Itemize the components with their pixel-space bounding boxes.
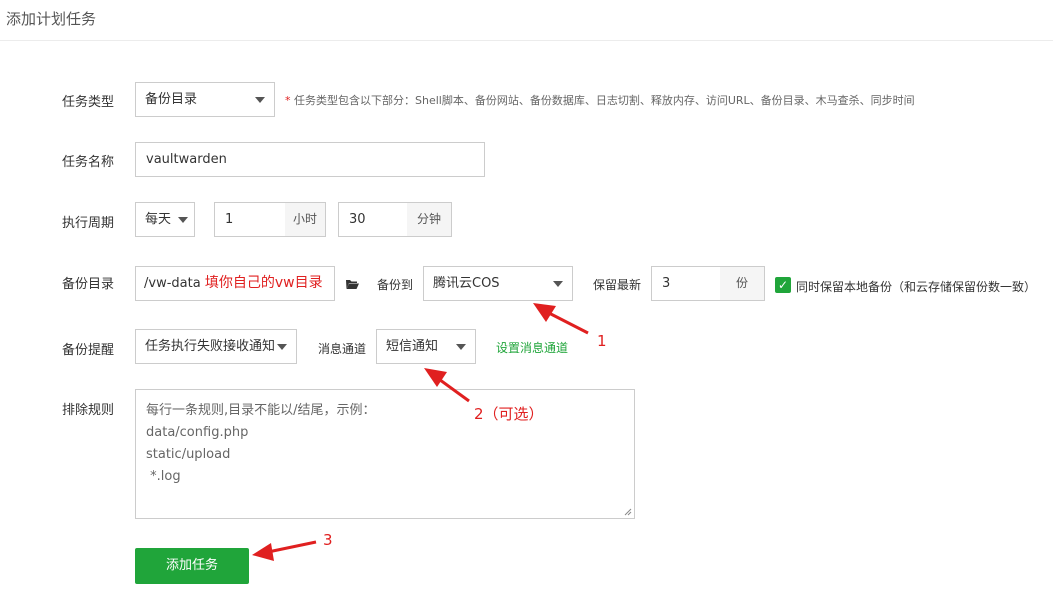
- exclude-line: 每行一条规则,目录不能以/结尾，示例：: [146, 403, 376, 418]
- backup-to-select[interactable]: 腾讯云COS: [423, 266, 573, 301]
- required-star: *: [285, 94, 291, 107]
- keep-latest-input[interactable]: 3: [651, 266, 721, 301]
- reminder-label: 备份提醒: [62, 343, 115, 358]
- annotation-label-3: 3: [323, 531, 333, 549]
- keep-local-checkbox[interactable]: ✓: [775, 277, 791, 293]
- keep-latest-label: 保留最新: [593, 278, 642, 292]
- annotation-arrowhead-2: [424, 368, 447, 387]
- task-name-input[interactable]: vaultwarden: [135, 142, 485, 177]
- exclude-line: static/upload: [146, 447, 231, 462]
- channel-label: 消息通道: [318, 342, 367, 356]
- backup-to-value: 腾讯云COS: [433, 276, 500, 291]
- exclude-label: 排除规则: [62, 403, 115, 418]
- hour-input[interactable]: 1: [214, 202, 286, 237]
- annotation-arrow-3: [267, 540, 317, 554]
- channel-select[interactable]: 短信通知: [376, 329, 476, 364]
- task-type-hint: * 任务类型包含以下部分：Shell脚本、备份网站、备份数据库、日志切割、释放内…: [285, 92, 915, 108]
- period-label: 执行周期: [62, 216, 115, 231]
- minute-value: 30: [349, 212, 366, 227]
- task-type-hint-text: 任务类型包含以下部分：Shell脚本、备份网站、备份数据库、日志切割、释放内存、…: [294, 94, 915, 107]
- chevron-down-icon: [553, 281, 563, 287]
- chevron-down-icon: [178, 217, 188, 223]
- backup-dir-input[interactable]: /vw-data 填你自己的vw目录: [135, 266, 335, 301]
- backup-dir-path: /vw-data: [144, 276, 201, 291]
- checkbox-check-icon: ✓: [777, 278, 789, 292]
- exclude-line: data/config.php: [146, 425, 249, 440]
- annotation-label-1: 1: [597, 332, 607, 350]
- reminder-value: 任务执行失败接收通知: [145, 339, 276, 354]
- channel-value: 短信通知: [386, 339, 439, 354]
- add-task-button[interactable]: 添加任务: [135, 548, 249, 584]
- task-type-label: 任务类型: [62, 95, 115, 110]
- task-name-label: 任务名称: [62, 155, 115, 170]
- task-name-value: vaultwarden: [146, 152, 227, 167]
- folder-open-icon[interactable]: [345, 278, 360, 294]
- annotation-arrowhead-3: [252, 543, 274, 561]
- keep-latest-value: 3: [662, 276, 671, 291]
- annotation-arrowhead-1: [533, 303, 556, 322]
- hour-unit: 小时: [285, 202, 326, 237]
- backup-dir-label: 备份目录: [62, 277, 115, 292]
- task-type-value: 备份目录: [145, 92, 198, 107]
- chevron-down-icon: [456, 344, 466, 350]
- hour-value: 1: [225, 212, 234, 227]
- setup-channel-link[interactable]: 设置消息通道: [496, 339, 568, 356]
- exclude-textarea[interactable]: 每行一条规则,目录不能以/结尾，示例： data/config.php stat…: [135, 389, 635, 519]
- chevron-down-icon: [277, 344, 287, 350]
- exclude-line: *.log: [146, 469, 181, 484]
- annotation-arrow-1: [544, 309, 589, 335]
- backup-to-label: 备份到: [377, 278, 414, 292]
- keep-local-label: 同时保留本地备份（和云存储保留份数一致）: [796, 280, 1037, 294]
- reminder-select[interactable]: 任务执行失败接收通知: [135, 329, 297, 364]
- period-freq-value: 每天: [145, 212, 172, 227]
- page-header: 添加计划任务: [0, 0, 1053, 41]
- minute-unit: 分钟: [407, 202, 452, 237]
- period-freq-select[interactable]: 每天: [135, 202, 195, 237]
- chevron-down-icon: [255, 97, 265, 103]
- annotation-label-2: 2（可选）: [474, 405, 544, 423]
- task-type-select[interactable]: 备份目录: [135, 82, 275, 117]
- minute-input[interactable]: 30: [338, 202, 408, 237]
- resize-handle-icon[interactable]: [624, 508, 632, 516]
- keep-latest-unit: 份: [720, 266, 765, 301]
- backup-dir-note: 填你自己的vw目录: [204, 275, 323, 291]
- page-title: 添加计划任务: [6, 10, 97, 28]
